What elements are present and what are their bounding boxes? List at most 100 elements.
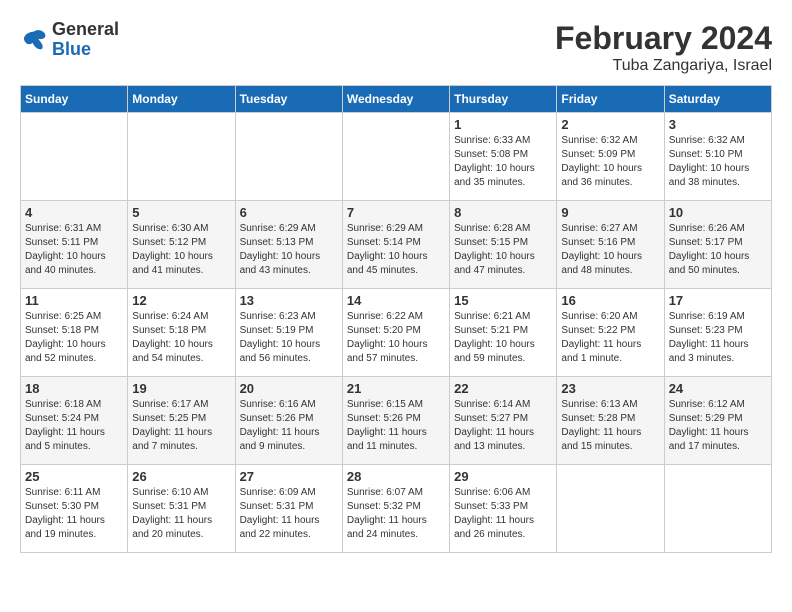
day-info: Sunrise: 6:29 AM Sunset: 5:13 PM Dayligh… (240, 222, 338, 278)
day-number: 5 (132, 205, 230, 220)
day-number: 9 (561, 205, 659, 220)
day-info: Sunrise: 6:30 AM Sunset: 5:12 PM Dayligh… (132, 222, 230, 278)
calendar-cell: 14Sunrise: 6:22 AM Sunset: 5:20 PM Dayli… (342, 289, 449, 377)
day-info: Sunrise: 6:31 AM Sunset: 5:11 PM Dayligh… (25, 222, 123, 278)
calendar-cell: 6 Sunrise: 6:29 AM Sunset: 5:13 PM Daylig… (235, 201, 342, 289)
calendar-cell: 26 Sunrise: 6:10 AM Sunset: 5:31 PM Dayli… (128, 465, 235, 553)
day-info: Sunrise: 6:22 AM Sunset: 5:20 PM Dayligh… (347, 310, 445, 366)
calendar-cell: 5 Sunrise: 6:30 AM Sunset: 5:12 PM Daylig… (128, 201, 235, 289)
calendar-cell: 25 Sunrise: 6:11 AM Sunset: 5:30 PM Dayli… (21, 465, 128, 553)
calendar-cell (21, 113, 128, 201)
day-number: 15 (454, 293, 552, 308)
calendar-cell: 8 Sunrise: 6:28 AM Sunset: 5:15 PM Daylig… (450, 201, 557, 289)
calendar-cell: 18 Sunrise: 6:18 AM Sunset: 5:24 PM Dayli… (21, 377, 128, 465)
day-number: 29 (454, 469, 552, 484)
day-number: 27 (240, 469, 338, 484)
day-info: Sunrise: 6:20 AM Sunset: 5:22 PM Dayligh… (561, 310, 659, 366)
logo-general: General (52, 20, 119, 40)
calendar-cell: 11 Sunrise: 6:25 AM Sunset: 5:18 PM Dayli… (21, 289, 128, 377)
day-info: Sunrise: 6:06 AM Sunset: 5:33 PM Dayligh… (454, 486, 552, 542)
day-info: Sunrise: 6:24 AM Sunset: 5:18 PM Dayligh… (132, 310, 230, 366)
day-number: 7 (347, 205, 445, 220)
calendar-cell (128, 113, 235, 201)
day-number: 8 (454, 205, 552, 220)
calendar-cell: 27 Sunrise: 6:09 AM Sunset: 5:31 PM Dayli… (235, 465, 342, 553)
day-number: 21 (347, 381, 445, 396)
day-info: Sunrise: 6:14 AM Sunset: 5:27 PM Dayligh… (454, 398, 552, 454)
day-number: 3 (669, 117, 767, 132)
page-title: February 2024 (555, 20, 772, 57)
calendar-cell (235, 113, 342, 201)
day-number: 1 (454, 117, 552, 132)
calendar-cell (557, 465, 664, 553)
day-number: 13 (240, 293, 338, 308)
day-number: 6 (240, 205, 338, 220)
column-header-saturday: Saturday (664, 86, 771, 113)
day-info: Sunrise: 6:11 AM Sunset: 5:30 PM Dayligh… (25, 486, 123, 542)
day-number: 22 (454, 381, 552, 396)
day-number: 20 (240, 381, 338, 396)
title-block: February 2024 Tuba Zangariya, Israel (555, 20, 772, 75)
day-number: 16 (561, 293, 659, 308)
day-info: Sunrise: 6:32 AM Sunset: 5:09 PM Dayligh… (561, 134, 659, 190)
calendar-week-row: 1Sunrise: 6:33 AM Sunset: 5:08 PM Daylig… (21, 113, 772, 201)
calendar-cell (342, 113, 449, 201)
day-info: Sunrise: 6:10 AM Sunset: 5:31 PM Dayligh… (132, 486, 230, 542)
calendar-cell: 24 Sunrise: 6:12 AM Sunset: 5:29 PM Dayli… (664, 377, 771, 465)
calendar-cell: 2 Sunrise: 6:32 AM Sunset: 5:09 PM Daylig… (557, 113, 664, 201)
calendar-cell: 3 Sunrise: 6:32 AM Sunset: 5:10 PM Daylig… (664, 113, 771, 201)
day-info: Sunrise: 6:27 AM Sunset: 5:16 PM Dayligh… (561, 222, 659, 278)
calendar-cell: 29 Sunrise: 6:06 AM Sunset: 5:33 PM Dayli… (450, 465, 557, 553)
day-info: Sunrise: 6:12 AM Sunset: 5:29 PM Dayligh… (669, 398, 767, 454)
logo-text: General Blue (52, 20, 119, 60)
day-number: 18 (25, 381, 123, 396)
day-info: Sunrise: 6:15 AM Sunset: 5:26 PM Dayligh… (347, 398, 445, 454)
day-info: Sunrise: 6:32 AM Sunset: 5:10 PM Dayligh… (669, 134, 767, 190)
calendar-week-row: 18 Sunrise: 6:18 AM Sunset: 5:24 PM Dayli… (21, 377, 772, 465)
calendar-cell: 21 Sunrise: 6:15 AM Sunset: 5:26 PM Dayli… (342, 377, 449, 465)
calendar-cell: 23Sunrise: 6:13 AM Sunset: 5:28 PM Dayli… (557, 377, 664, 465)
calendar-week-row: 25 Sunrise: 6:11 AM Sunset: 5:30 PM Dayli… (21, 465, 772, 553)
column-header-thursday: Thursday (450, 86, 557, 113)
calendar-cell: 16 Sunrise: 6:20 AM Sunset: 5:22 PM Dayli… (557, 289, 664, 377)
calendar-cell: 7 Sunrise: 6:29 AM Sunset: 5:14 PM Daylig… (342, 201, 449, 289)
day-number: 24 (669, 381, 767, 396)
calendar-cell: 10Sunrise: 6:26 AM Sunset: 5:17 PM Dayli… (664, 201, 771, 289)
page-subtitle: Tuba Zangariya, Israel (555, 57, 772, 75)
day-info: Sunrise: 6:21 AM Sunset: 5:21 PM Dayligh… (454, 310, 552, 366)
day-number: 11 (25, 293, 123, 308)
day-number: 26 (132, 469, 230, 484)
day-info: Sunrise: 6:07 AM Sunset: 5:32 PM Dayligh… (347, 486, 445, 542)
day-number: 17 (669, 293, 767, 308)
calendar-cell: 15 Sunrise: 6:21 AM Sunset: 5:21 PM Dayli… (450, 289, 557, 377)
day-info: Sunrise: 6:29 AM Sunset: 5:14 PM Dayligh… (347, 222, 445, 278)
calendar-cell (664, 465, 771, 553)
calendar-cell: 22 Sunrise: 6:14 AM Sunset: 5:27 PM Dayli… (450, 377, 557, 465)
day-number: 25 (25, 469, 123, 484)
calendar-cell: 4Sunrise: 6:31 AM Sunset: 5:11 PM Daylig… (21, 201, 128, 289)
calendar-cell: 9 Sunrise: 6:27 AM Sunset: 5:16 PM Daylig… (557, 201, 664, 289)
calendar-cell: 1Sunrise: 6:33 AM Sunset: 5:08 PM Daylig… (450, 113, 557, 201)
day-info: Sunrise: 6:19 AM Sunset: 5:23 PM Dayligh… (669, 310, 767, 366)
day-info: Sunrise: 6:26 AM Sunset: 5:17 PM Dayligh… (669, 222, 767, 278)
calendar-cell: 12 Sunrise: 6:24 AM Sunset: 5:18 PM Dayli… (128, 289, 235, 377)
day-info: Sunrise: 6:18 AM Sunset: 5:24 PM Dayligh… (25, 398, 123, 454)
column-header-friday: Friday (557, 86, 664, 113)
calendar-cell: 19Sunrise: 6:17 AM Sunset: 5:25 PM Dayli… (128, 377, 235, 465)
day-number: 19 (132, 381, 230, 396)
column-header-wednesday: Wednesday (342, 86, 449, 113)
day-info: Sunrise: 6:09 AM Sunset: 5:31 PM Dayligh… (240, 486, 338, 542)
day-number: 28 (347, 469, 445, 484)
day-info: Sunrise: 6:28 AM Sunset: 5:15 PM Dayligh… (454, 222, 552, 278)
logo: General Blue (20, 20, 119, 60)
calendar-table: SundayMondayTuesdayWednesdayThursdayFrid… (20, 85, 772, 553)
day-number: 12 (132, 293, 230, 308)
logo-bird-icon (20, 26, 48, 54)
day-number: 2 (561, 117, 659, 132)
column-header-sunday: Sunday (21, 86, 128, 113)
day-info: Sunrise: 6:25 AM Sunset: 5:18 PM Dayligh… (25, 310, 123, 366)
column-header-monday: Monday (128, 86, 235, 113)
calendar-week-row: 4Sunrise: 6:31 AM Sunset: 5:11 PM Daylig… (21, 201, 772, 289)
calendar-cell: 28 Sunrise: 6:07 AM Sunset: 5:32 PM Dayli… (342, 465, 449, 553)
logo-blue: Blue (52, 40, 119, 60)
